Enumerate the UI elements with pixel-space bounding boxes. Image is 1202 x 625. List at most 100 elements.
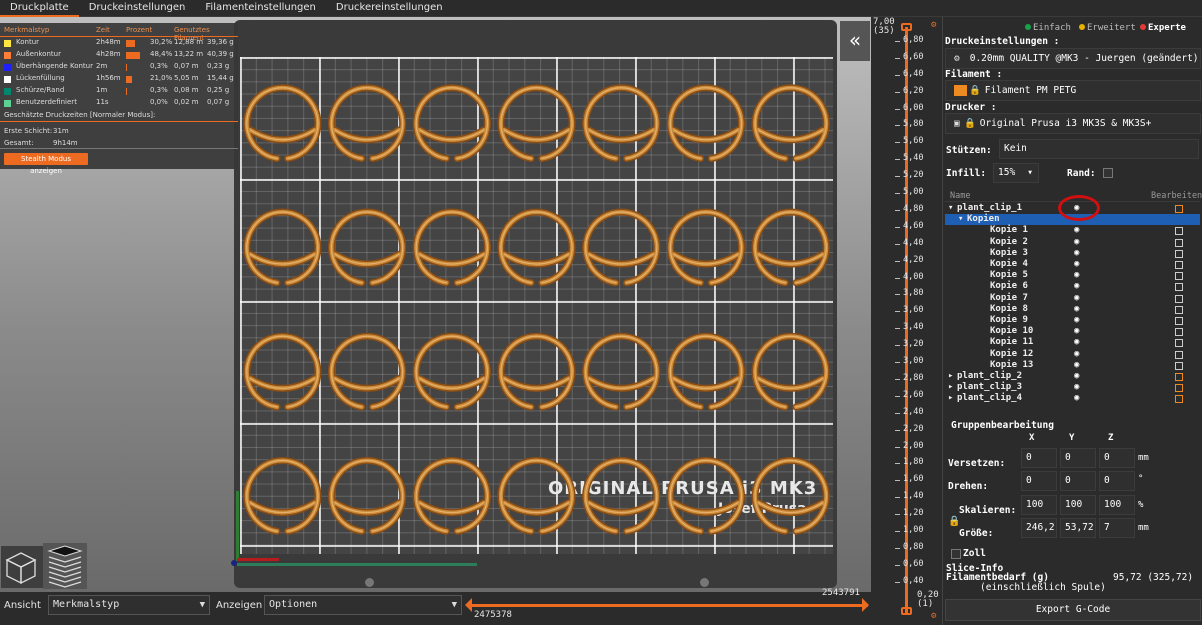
eye-icon[interactable]: ◉ (1074, 304, 1079, 315)
position-x-input[interactable]: 0 (1021, 448, 1057, 468)
eye-icon[interactable]: ◉ (1074, 281, 1079, 292)
size-z-input[interactable]: 7 (1099, 518, 1135, 538)
eye-icon[interactable]: ◉ (1074, 371, 1079, 382)
instance-row[interactable]: Kopie 5 ◉ (945, 270, 1200, 281)
tab-druckereinstellungen[interactable]: Druckereinstellungen (326, 0, 453, 17)
scale-z-input[interactable]: 100 (1099, 495, 1135, 515)
3d-view-button[interactable] (1, 546, 43, 588)
mode-expert[interactable]: Experte (1140, 23, 1186, 33)
printer-combo[interactable]: ▣ 🔒 Original Prusa i3 MK3S & MK3S+ (945, 113, 1201, 134)
caret-right-icon[interactable]: ▸ (948, 393, 953, 404)
instance-row[interactable]: Kopie 12 ◉ (945, 349, 1200, 360)
edit-settings-icon[interactable] (1175, 317, 1183, 325)
plant-clip-part[interactable] (412, 457, 491, 535)
edit-settings-icon[interactable] (1175, 361, 1183, 370)
slider-left-handle[interactable] (465, 598, 473, 612)
edit-settings-icon[interactable] (1175, 205, 1183, 213)
lock-icon[interactable]: 🔒 (948, 516, 960, 527)
plant-clip-part[interactable] (328, 332, 407, 411)
caret-right-icon[interactable]: ▸ (948, 371, 953, 382)
rotation-x-input[interactable]: 0 (1021, 471, 1057, 491)
instance-row[interactable]: Kopie 11 ◉ (945, 337, 1200, 348)
eye-icon[interactable]: ◉ (1074, 360, 1079, 371)
instance-row[interactable]: Kopie 1 ◉ (945, 225, 1200, 236)
instance-row[interactable]: Kopie 3 ◉ (945, 248, 1200, 259)
scale-x-input[interactable]: 100 (1021, 495, 1057, 515)
plant-clip-part[interactable] (243, 208, 322, 287)
size-x-input[interactable]: 246,2 (1021, 518, 1057, 538)
edit-settings-icon[interactable] (1175, 294, 1183, 303)
stealth-mode-button[interactable]: Stealth Modus anzeigen (4, 153, 88, 175)
plant-clip-part[interactable] (328, 208, 407, 287)
plant-clip-part[interactable] (751, 332, 830, 411)
eye-icon[interactable]: ◉ (1074, 349, 1079, 360)
sliced-parts[interactable] (240, 57, 833, 554)
filament-combo[interactable]: 🔒 Filament PM PETG (945, 80, 1201, 101)
print-settings-combo[interactable]: ⚙ 0.20mm QUALITY @MK3 - Juergen (geänder… (945, 48, 1201, 69)
plant-clip-part[interactable] (497, 332, 576, 411)
gear-icon[interactable]: ⚙ (931, 20, 936, 30)
export-gcode-button[interactable]: Export G-Code (945, 599, 1201, 621)
plant-clip-part[interactable] (497, 208, 576, 287)
edit-settings-icon[interactable] (1175, 339, 1183, 348)
edit-settings-icon[interactable] (1175, 395, 1183, 404)
edit-settings-icon[interactable] (1175, 227, 1183, 236)
object-list[interactable]: Name Bearbeiten ▾ plant_clip_1 ◉ ▾ Kopien Kop… (945, 190, 1202, 414)
plant-clip-part[interactable] (582, 332, 661, 411)
supports-select[interactable]: Kein (999, 139, 1199, 159)
instance-row[interactable]: Kopie 8 ◉ (945, 304, 1200, 315)
infill-select[interactable]: 15% ▾ (993, 163, 1039, 183)
eye-icon[interactable]: ◉ (1074, 337, 1079, 348)
rotation-z-input[interactable]: 0 (1099, 471, 1135, 491)
plant-clip-part[interactable] (751, 84, 830, 162)
scale-y-input[interactable]: 100 (1060, 495, 1096, 515)
position-y-input[interactable]: 0 (1060, 448, 1096, 468)
plant-clip-part[interactable] (497, 84, 576, 162)
plant-clip-part[interactable] (666, 457, 745, 535)
edit-settings-icon[interactable] (1175, 272, 1183, 281)
edit-settings-icon[interactable] (1175, 350, 1183, 359)
plant-clip-part[interactable] (666, 208, 745, 287)
eye-icon[interactable]: ◉ (1074, 393, 1079, 404)
plant-clip-part[interactable] (751, 457, 830, 535)
plant-clip-part[interactable] (582, 84, 661, 162)
position-z-input[interactable]: 0 (1099, 448, 1135, 468)
edit-settings-icon[interactable] (1175, 373, 1183, 381)
eye-icon[interactable]: ◉ (1074, 248, 1079, 259)
eye-icon[interactable]: ◉ (1074, 326, 1079, 337)
slider-right-handle[interactable] (862, 598, 870, 612)
edit-settings-icon[interactable] (1175, 305, 1183, 314)
collapse-sidebar-button[interactable]: « (840, 21, 870, 61)
eye-icon[interactable]: ◉ (1074, 315, 1079, 326)
tab-druckplatte[interactable]: Druckplatte (0, 0, 79, 17)
caret-down-icon[interactable]: ▾ (958, 214, 963, 225)
instance-row[interactable]: Kopie 10 ◉ (945, 326, 1200, 337)
size-y-input[interactable]: 53,72 (1060, 518, 1096, 538)
instance-row[interactable]: Kopie 13 ◉ (945, 360, 1200, 371)
edit-settings-icon[interactable] (1175, 249, 1183, 258)
object-row[interactable]: ▸ plant_clip_3 ◉ (945, 382, 1200, 393)
eye-icon[interactable]: ◉ (1074, 270, 1079, 281)
plant-clip-part[interactable] (412, 332, 491, 411)
mode-advanced[interactable]: Erweitert (1079, 23, 1136, 33)
instance-row[interactable]: Kopie 7 ◉ (945, 293, 1200, 304)
view-type-select[interactable]: Merkmalstyp ▼ (48, 595, 210, 615)
plant-clip-part[interactable] (497, 457, 576, 535)
edit-settings-icon[interactable] (1175, 384, 1183, 393)
layer-slider-bottom-handle[interactable] (901, 607, 912, 615)
eye-icon[interactable]: ◉ (1074, 382, 1079, 393)
caret-right-icon[interactable]: ▸ (948, 382, 953, 393)
show-options-select[interactable]: Optionen ▼ (264, 595, 462, 615)
eye-icon[interactable]: ◉ (1074, 237, 1079, 248)
plant-clip-part[interactable] (582, 457, 661, 535)
plant-clip-part[interactable] (243, 84, 322, 162)
instance-row[interactable]: Kopie 9 ◉ (945, 315, 1200, 326)
layer-slider-top-handle[interactable] (901, 23, 912, 31)
instance-row[interactable]: Kopie 2 ◉ (945, 237, 1200, 248)
eye-icon[interactable]: ◉ (1074, 293, 1079, 304)
object-row[interactable]: ▸ plant_clip_4 ◉ (945, 393, 1200, 404)
horizontal-move-slider[interactable] (468, 604, 868, 607)
plant-clip-part[interactable] (412, 208, 491, 287)
edit-settings-icon[interactable] (1175, 238, 1183, 247)
plant-clip-part[interactable] (243, 332, 322, 411)
